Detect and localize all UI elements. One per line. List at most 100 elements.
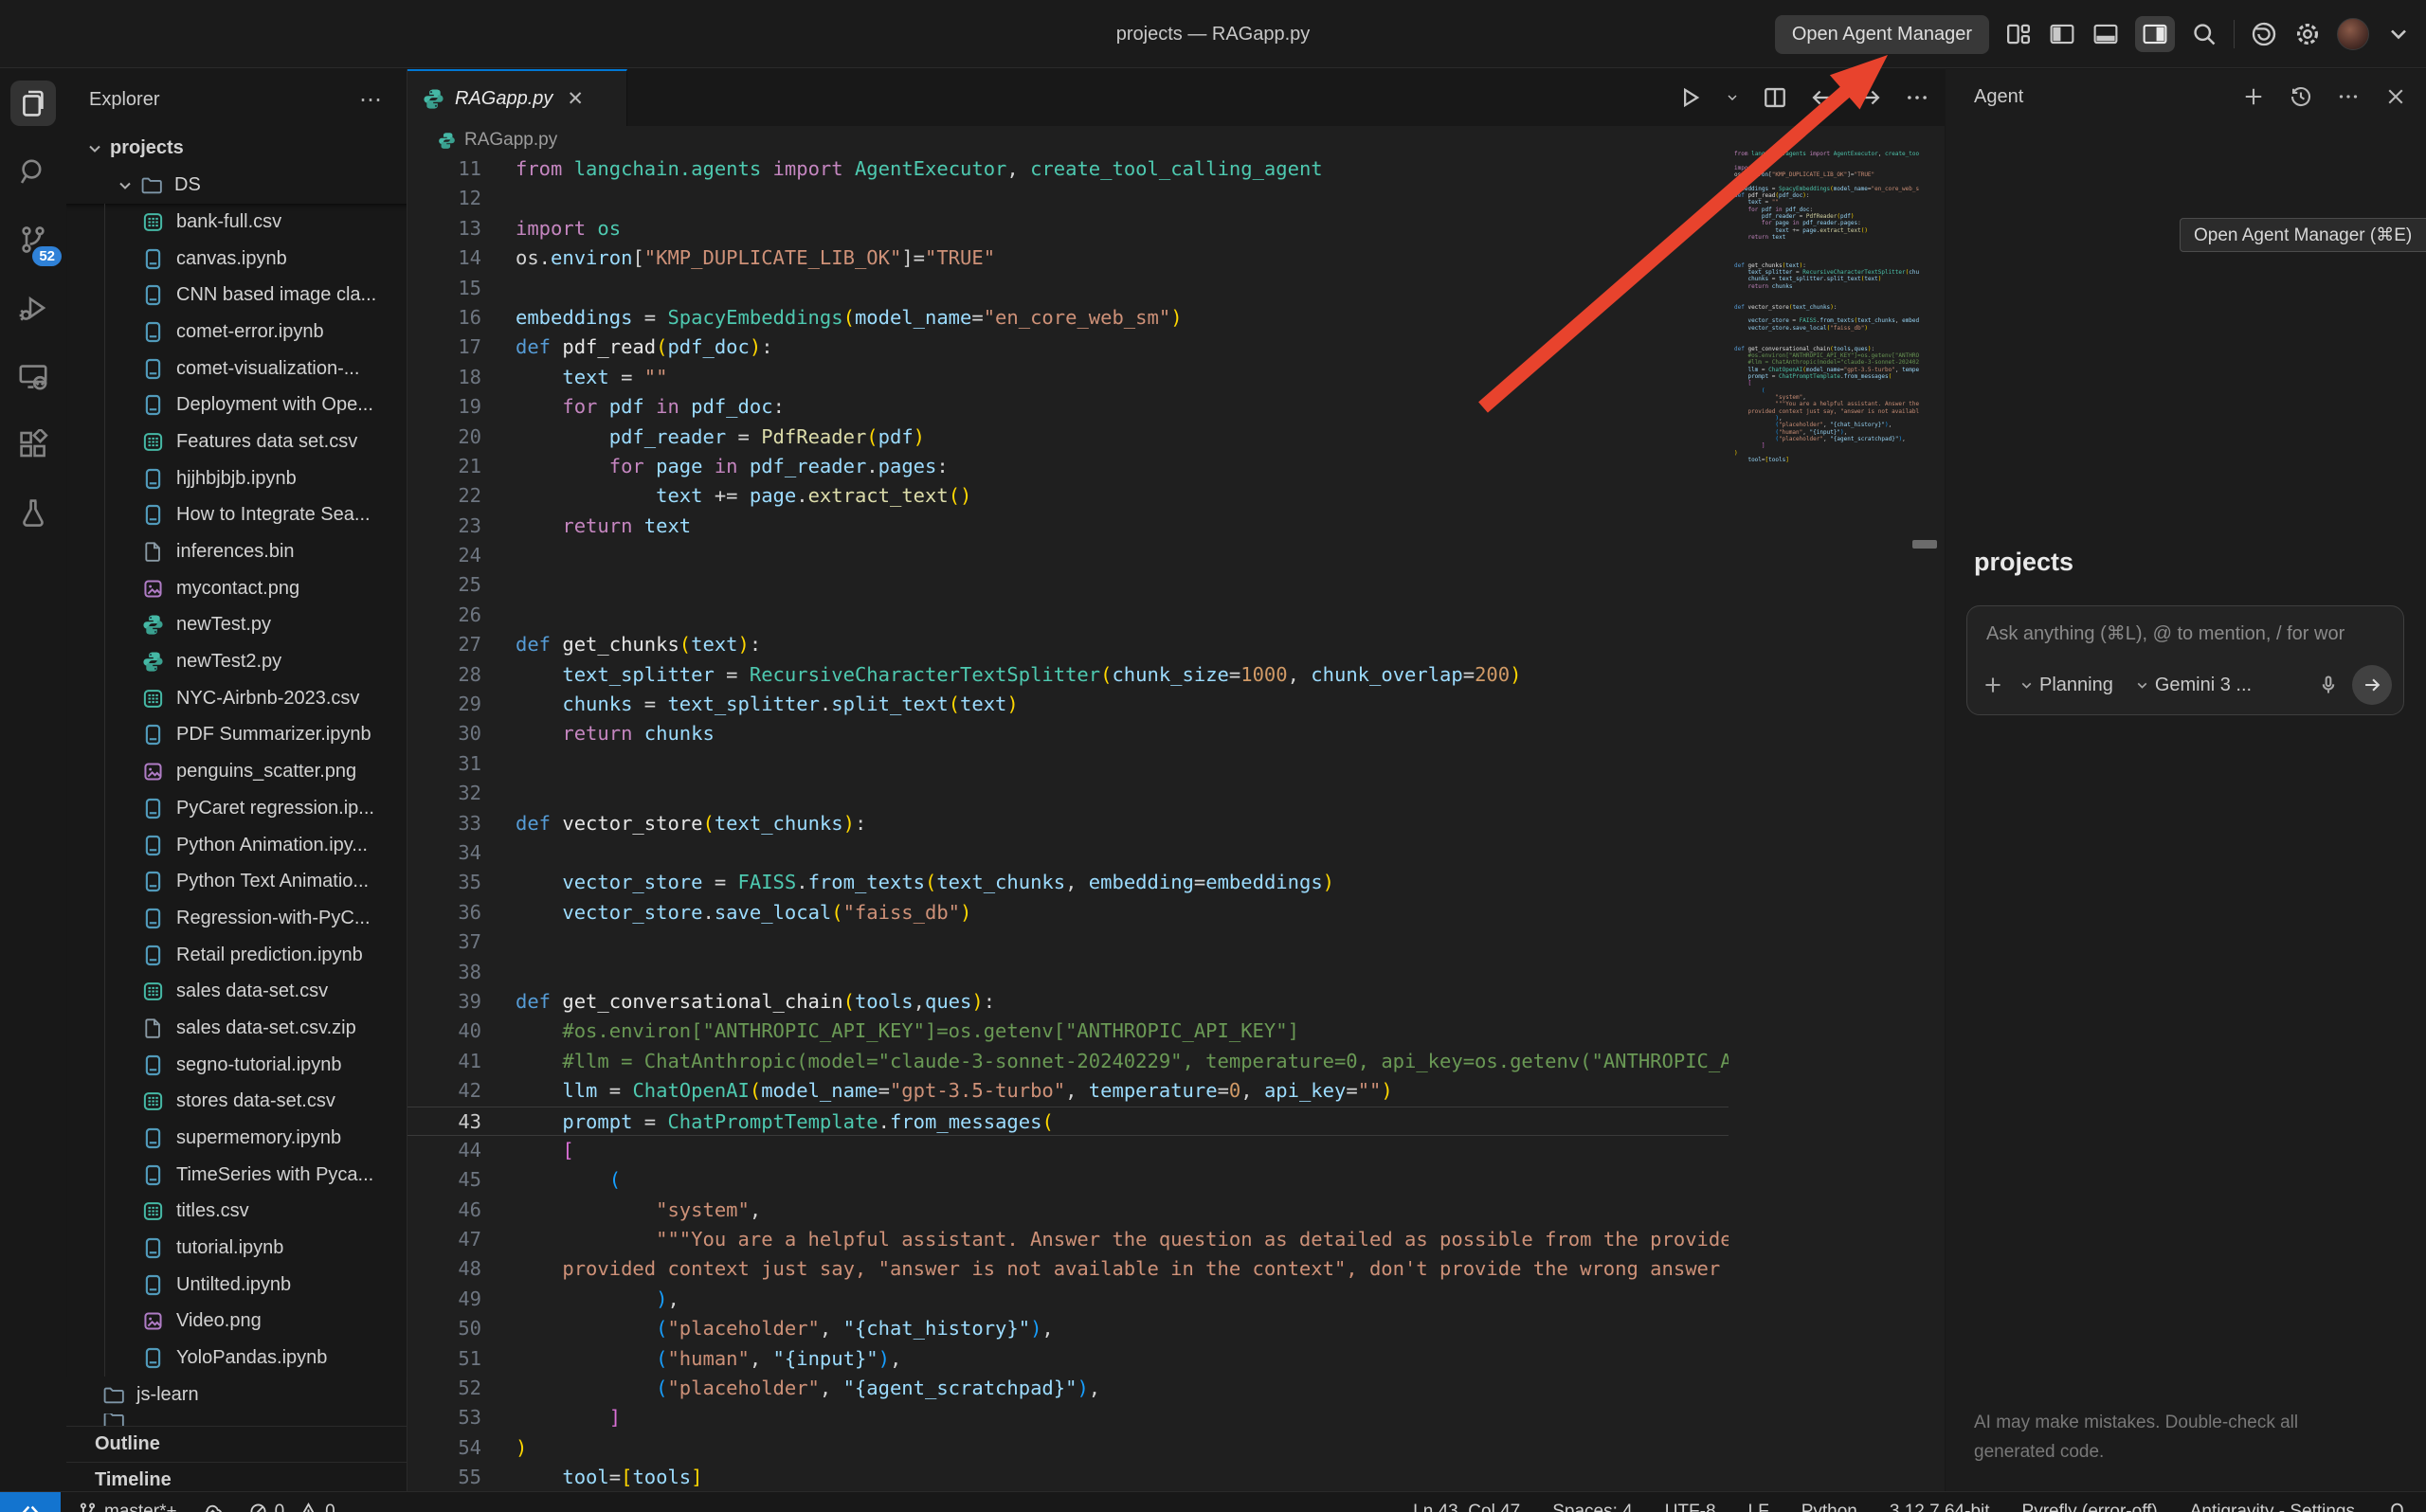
tree-root-projects[interactable]: projects	[66, 130, 407, 167]
code-editor[interactable]: 11from langchain.agents import AgentExec…	[407, 154, 1729, 1491]
mode-selector[interactable]: Planning	[2013, 671, 2119, 700]
code-line[interactable]: 42 llm = ChatOpenAI(model_name="gpt-3.5-…	[407, 1076, 1729, 1106]
status-item[interactable]: UTF-8	[1665, 1502, 1716, 1512]
file-row[interactable]: penguins_scatter.png	[66, 753, 407, 790]
status-item[interactable]: Spaces: 4	[1552, 1502, 1633, 1512]
history-icon[interactable]	[2290, 85, 2312, 108]
code-line[interactable]: 24	[407, 541, 1729, 570]
browser-profile-icon[interactable]	[2250, 20, 2278, 48]
file-row[interactable]: CNN based image cla...	[66, 277, 407, 314]
activity-search-icon[interactable]	[10, 149, 56, 194]
code-line[interactable]: 51 ("human", "{input}"),	[407, 1344, 1729, 1374]
agent-input-box[interactable]: Ask anything (⌘L), @ to mention, / for w…	[1966, 605, 2404, 715]
code-line[interactable]: 45 (	[407, 1165, 1729, 1195]
code-line[interactable]: 36 vector_store.save_local("faiss_db")	[407, 898, 1729, 927]
code-line[interactable]: 20 pdf_reader = PdfReader(pdf)	[407, 423, 1729, 452]
microphone-icon[interactable]	[2318, 675, 2339, 695]
activity-explorer-icon[interactable]	[10, 81, 56, 126]
activity-testing-icon[interactable]	[10, 490, 56, 535]
more-actions-icon[interactable]	[2337, 85, 2360, 108]
code-line[interactable]: 22 text += page.extract_text()	[407, 481, 1729, 511]
activity-remote-explorer-icon[interactable]	[10, 353, 56, 399]
activity-run-debug-icon[interactable]	[10, 285, 56, 331]
layout-customize-icon[interactable]	[2004, 20, 2033, 48]
search-icon[interactable]	[2190, 20, 2218, 48]
split-editor-icon[interactable]	[1763, 85, 1787, 110]
file-row[interactable]: bank-full.csv	[66, 204, 407, 241]
settings-gear-icon[interactable]	[2293, 20, 2322, 48]
file-row[interactable]: Python Text Animatio...	[66, 863, 407, 900]
status-item[interactable]: 3.12.7 64-bit	[1890, 1502, 1990, 1512]
code-line[interactable]: 34	[407, 838, 1729, 868]
code-line[interactable]: 12	[407, 184, 1729, 213]
more-actions-icon[interactable]	[1905, 85, 1929, 110]
file-row-clipped[interactable]	[66, 1413, 407, 1426]
user-avatar[interactable]	[2337, 18, 2369, 50]
file-row[interactable]: hjjhbjbjb.ipynb	[66, 460, 407, 497]
scrollbar-thumb[interactable]	[1912, 540, 1937, 549]
chevron-down-icon[interactable]	[2384, 20, 2413, 48]
code-line[interactable]: 55 tool=[tools]	[407, 1463, 1729, 1491]
file-row[interactable]: YoloPandas.ipynb	[66, 1340, 407, 1377]
activity-extensions-icon[interactable]	[10, 422, 56, 467]
file-row[interactable]: comet-error.ipynb	[66, 314, 407, 351]
code-line[interactable]: 27def get_chunks(text):	[407, 630, 1729, 659]
notifications-bell-icon[interactable]	[2387, 1502, 2407, 1512]
tab-ragapp[interactable]: RAGapp.py ✕	[407, 69, 627, 126]
close-panel-icon[interactable]	[2384, 85, 2407, 108]
navigate-back-icon[interactable]	[1810, 85, 1835, 110]
file-row[interactable]: How to Integrate Sea...	[66, 497, 407, 534]
code-line[interactable]: 23 return text	[407, 512, 1729, 541]
file-row[interactable]: sales data-set.csv.zip	[66, 1010, 407, 1047]
breadcrumb[interactable]: RAGapp.py	[407, 126, 1945, 154]
code-line[interactable]: 44 [	[407, 1136, 1729, 1165]
code-line[interactable]: 43 prompt = ChatPromptTemplate.from_mess…	[407, 1107, 1729, 1136]
code-line[interactable]: 41 #llm = ChatAnthropic(model="claude-3-…	[407, 1047, 1729, 1076]
status-item[interactable]: Pyrefly (error-off)	[2022, 1502, 2158, 1512]
code-line[interactable]: 19 for pdf in pdf_doc:	[407, 392, 1729, 422]
code-line[interactable]: 37	[407, 927, 1729, 957]
status-item[interactable]: Python	[1801, 1502, 1857, 1512]
file-row[interactable]: comet-visualization-...	[66, 351, 407, 387]
code-line[interactable]: 15	[407, 274, 1729, 303]
code-line[interactable]: 48 provided context just say, "answer is…	[407, 1254, 1729, 1284]
file-row[interactable]: tutorial.ipynb	[66, 1230, 407, 1267]
file-row[interactable]: sales data-set.csv	[66, 973, 407, 1010]
code-line[interactable]: 32	[407, 779, 1729, 808]
new-chat-icon[interactable]	[2242, 85, 2265, 108]
code-line[interactable]: 21 for page in pdf_reader.pages:	[407, 452, 1729, 481]
code-line[interactable]: 30 return chunks	[407, 719, 1729, 748]
file-row[interactable]: Deployment with Ope...	[66, 387, 407, 423]
code-line[interactable]: 35 vector_store = FAISS.from_texts(text_…	[407, 868, 1729, 897]
sidebar-section-outline[interactable]: Outline	[66, 1426, 407, 1462]
tree-folder-ds[interactable]: DS	[66, 167, 407, 204]
problems-status[interactable]: 0 0	[248, 1502, 335, 1512]
code-line[interactable]: 26	[407, 601, 1729, 630]
code-line[interactable]: 53 ]	[407, 1403, 1729, 1432]
code-line[interactable]: 39def get_conversational_chain(tools,que…	[407, 987, 1729, 1017]
activity-source-control-icon[interactable]: 52	[10, 217, 56, 262]
run-dropdown-icon[interactable]	[1725, 90, 1740, 105]
code-line[interactable]: 33def vector_store(text_chunks):	[407, 809, 1729, 838]
tab-close-icon[interactable]: ✕	[567, 87, 584, 111]
minimap[interactable]: from langchain.agents import AgentExecut…	[1734, 151, 1919, 681]
file-row[interactable]: NYC-Airbnb-2023.csv	[66, 680, 407, 717]
code-line[interactable]: 47 """You are a helpful assistant. Answe…	[407, 1225, 1729, 1254]
toggle-panel-right-icon[interactable]	[2135, 16, 2175, 52]
code-line[interactable]: 31	[407, 749, 1729, 779]
folder-row[interactable]: js-learn	[66, 1377, 407, 1413]
code-line[interactable]: 25	[407, 570, 1729, 600]
code-line[interactable]: 16embeddings = SpacyEmbeddings(model_nam…	[407, 303, 1729, 333]
file-row[interactable]: titles.csv	[66, 1194, 407, 1231]
status-item[interactable]: Antigravity - Settings	[2190, 1502, 2355, 1512]
status-item[interactable]: Ln 43, Col 47	[1413, 1502, 1520, 1512]
code-line[interactable]: 50 ("placeholder", "{chat_history}"),	[407, 1314, 1729, 1343]
file-row[interactable]: newTest2.py	[66, 643, 407, 680]
file-row[interactable]: Regression-with-PyC...	[66, 900, 407, 937]
code-line[interactable]: 38	[407, 958, 1729, 987]
code-line[interactable]: 40 #os.environ["ANTHROPIC_API_KEY"]=os.g…	[407, 1017, 1729, 1046]
file-row[interactable]: mycontact.png	[66, 570, 407, 607]
sync-status[interactable]	[203, 1502, 223, 1512]
file-row[interactable]: PDF Summarizer.ipynb	[66, 717, 407, 754]
code-line[interactable]: 11from langchain.agents import AgentExec…	[407, 154, 1729, 184]
